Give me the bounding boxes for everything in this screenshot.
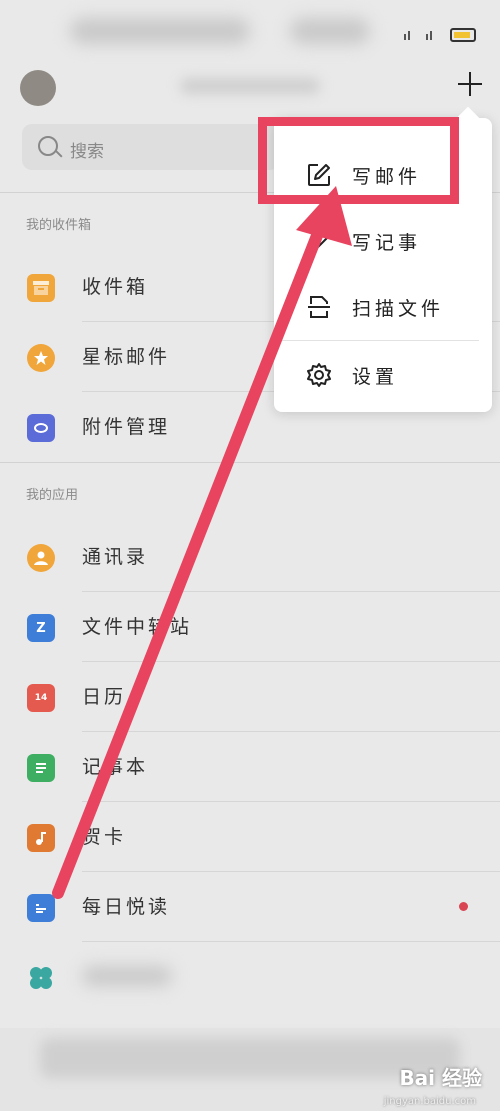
annotation-arrow	[52, 186, 352, 899]
arrow-head	[296, 186, 352, 246]
arrow-shaft	[52, 222, 326, 899]
watermark-url: jingyan.baidu.com	[383, 1096, 476, 1107]
watermark-brand: Bai 经验	[399, 1066, 482, 1090]
